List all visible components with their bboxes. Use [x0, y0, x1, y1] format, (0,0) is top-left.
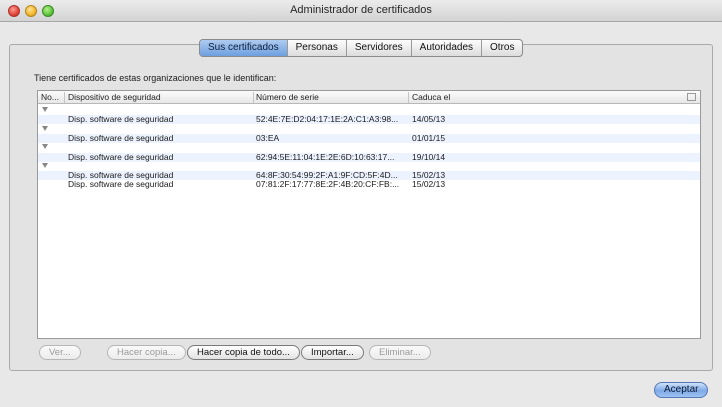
intro-text: Tiene certificados de estas organizacion…	[34, 73, 277, 83]
column-header-serial[interactable]: Número de serie	[256, 92, 319, 103]
disclosure-triangle-icon[interactable]	[42, 125, 48, 131]
expires-cell: 01/01/15	[412, 133, 446, 143]
device-cell: Disp. software de seguridad	[68, 180, 174, 190]
expires-cell: 15/02/13	[412, 171, 446, 181]
disclosure-triangle-icon[interactable]	[42, 107, 48, 112]
expires-cell: 19/10/14	[412, 152, 446, 162]
table-group-row[interactable]	[38, 143, 700, 152]
import-button[interactable]: Importar...	[301, 345, 364, 360]
serial-cell: 64:8F:30:54:99:2F:A1:9F:CD:5F:4D...	[256, 171, 398, 181]
table-row[interactable]: Disp. software de seguridad 64:8F:30:54:9…	[38, 171, 700, 181]
tab-authorities[interactable]: Autoridades	[410, 40, 481, 56]
certificate-table[interactable]: No... Dispositivo de seguridad Número de…	[37, 90, 701, 339]
device-cell: Disp. software de seguridad	[68, 115, 174, 125]
title-bar: Administrador de certificados	[0, 0, 722, 22]
tab-others[interactable]: Otros	[481, 40, 522, 56]
device-cell: Disp. software de seguridad	[68, 133, 174, 143]
certificate-manager-window: Administrador de certificados Sus certif…	[0, 0, 722, 407]
backup-button[interactable]: Hacer copia...	[107, 345, 186, 360]
table-row[interactable]: Disp. software de seguridad 52:4E:7E:D2:0…	[38, 115, 700, 125]
tab-people[interactable]: Personas	[286, 40, 346, 56]
column-header-device[interactable]: Dispositivo de seguridad	[68, 92, 161, 103]
table-header: No... Dispositivo de seguridad Número de…	[38, 91, 700, 104]
column-header-expires[interactable]: Caduca el	[412, 92, 450, 103]
device-cell: Disp. software de seguridad	[68, 171, 174, 181]
view-button[interactable]: Ver...	[39, 345, 81, 360]
expires-cell: 15/02/13	[412, 180, 446, 190]
serial-cell: 52:4E:7E:D2:04:17:1E:2A:C1:A3:98...	[256, 115, 399, 125]
delete-button[interactable]: Eliminar...	[369, 345, 431, 360]
disclosure-triangle-icon[interactable]	[42, 162, 48, 168]
column-header-number[interactable]: No...	[41, 92, 59, 103]
backup-all-button[interactable]: Hacer copia de todo...	[187, 345, 300, 360]
table-group-row[interactable]	[38, 106, 700, 115]
table-row[interactable]: Disp. software de seguridad 07:81:2F:17:7…	[38, 180, 700, 189]
tab-bar: Sus certificados Personas Servidores Aut…	[199, 39, 524, 57]
device-cell: Disp. software de seguridad	[68, 152, 174, 162]
tab-your-certificates[interactable]: Sus certificados	[200, 40, 287, 56]
window-title: Administrador de certificados	[290, 4, 432, 16]
tab-servers[interactable]: Servidores	[345, 40, 411, 56]
table-group-row[interactable]	[38, 162, 700, 171]
ok-button[interactable]: Aceptar	[654, 382, 709, 398]
table-row[interactable]: Disp. software de seguridad 62:94:5E:11:0…	[38, 152, 700, 162]
disclosure-triangle-icon[interactable]	[42, 144, 48, 150]
serial-cell: 07:81:2F:17:77:8E:2F:4B:20:CF:FB:...	[256, 180, 400, 190]
table-group-row[interactable]	[38, 125, 700, 134]
column-picker-icon[interactable]	[687, 93, 696, 101]
serial-cell: 62:94:5E:11:04:1E:2E:6D:10:63:17...	[256, 152, 395, 162]
expires-cell: 14/05/13	[412, 115, 446, 125]
table-row[interactable]: Disp. software de seguridad 03:EA 01/01/15	[38, 133, 700, 143]
serial-cell: 03:EA	[256, 133, 280, 143]
